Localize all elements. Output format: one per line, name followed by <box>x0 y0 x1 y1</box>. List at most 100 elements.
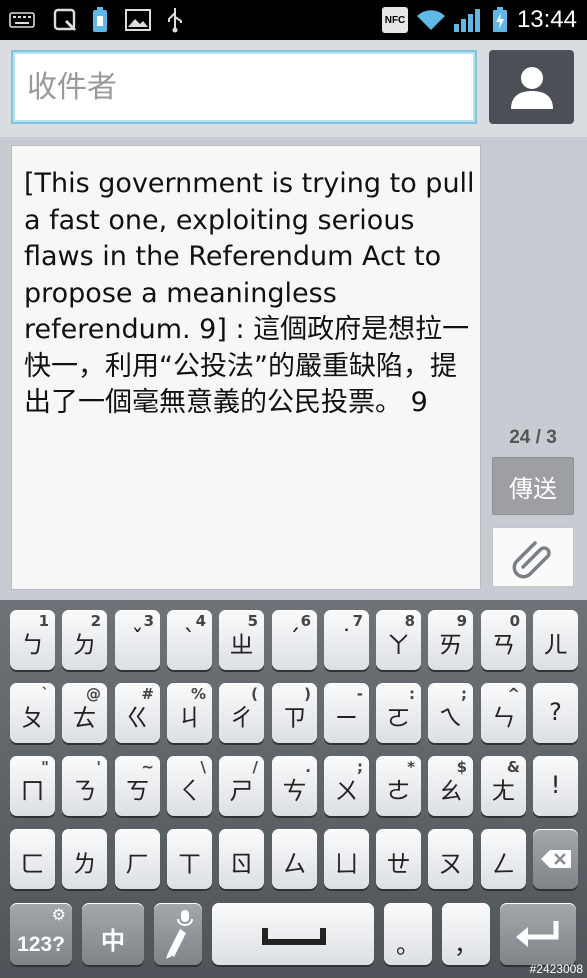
key-8-row-1[interactable]: ㄚ8 <box>376 610 421 670</box>
key-1-row-4[interactable]: ㄈ <box>10 829 55 889</box>
key-11-row-1[interactable]: ㄦ <box>533 610 578 670</box>
send-button[interactable]: 傳送 <box>492 457 574 515</box>
key-8-row-3[interactable]: ㄜ * <box>376 756 421 816</box>
key-7-row-3[interactable]: ㄨ; <box>324 756 369 816</box>
key-2-row-1[interactable]: ㄉ2 <box>62 610 107 670</box>
key-label: ㄡ <box>438 850 463 878</box>
contacts-button[interactable] <box>489 50 574 124</box>
recipient-bar <box>0 40 587 137</box>
key-11-row-2[interactable]: ? <box>533 683 578 743</box>
key-8-row-2[interactable]: ㄛ: <box>376 683 421 743</box>
key-sublabel: ) <box>304 685 311 703</box>
key-sublabel: 8 <box>404 612 415 630</box>
key-1-row-3[interactable]: ㄇ " <box>10 756 55 816</box>
space-icon <box>262 928 326 945</box>
key-10-row-2[interactable]: ㄣ ^ <box>481 683 526 743</box>
key-4-row-4[interactable]: ㄒ <box>167 829 212 889</box>
key-9-row-2[interactable]: ㄟ; <box>428 683 473 743</box>
key-4-row-1[interactable]: ˋ4 <box>167 610 212 670</box>
key-5-row-1[interactable]: ㄓ5 <box>219 610 264 670</box>
keyboard-icon <box>8 8 36 32</box>
key-label: ㄍ <box>125 704 150 732</box>
key-sublabel: ; <box>357 758 363 776</box>
symbols-key[interactable]: ⚙ 123? <box>10 903 72 965</box>
key-label: ㄏ <box>125 850 150 878</box>
wifi-icon <box>416 8 446 32</box>
compose-area: [This government is trying to pull a fas… <box>0 137 587 600</box>
key-11-row-3[interactable]: ! <box>533 756 578 816</box>
key-2-row-4[interactable]: ㄌ <box>62 829 107 889</box>
key-label: ㄔ <box>229 704 254 732</box>
key-10-row-4[interactable]: ㄥ <box>481 829 526 889</box>
key-9-row-1[interactable]: ㄞ9 <box>428 610 473 670</box>
key-label: ㄛ <box>386 704 411 732</box>
key-3-row-1[interactable]: ˇ3 <box>115 610 160 670</box>
key-sublabel: # <box>141 685 154 703</box>
key-8-row-4[interactable]: ㄝ <box>376 829 421 889</box>
key-sublabel: & <box>506 758 520 776</box>
image-icon <box>124 8 152 32</box>
key-3-row-2[interactable]: ㄍ # <box>115 683 160 743</box>
nfc-icon: NFC <box>382 7 408 33</box>
key-6-row-4[interactable]: ㄙ <box>272 829 317 889</box>
key-label: ㄙ <box>282 850 307 878</box>
key-4-row-2[interactable]: ㄐ% <box>167 683 212 743</box>
clock: 13:44 <box>516 6 577 33</box>
key-label: ㄧ <box>334 704 359 732</box>
key-9-row-3[interactable]: ㄠ $ <box>428 756 473 816</box>
key-sublabel: " <box>41 758 49 776</box>
key-label: ㄨ <box>334 777 359 805</box>
enter-key[interactable] <box>500 903 576 965</box>
key-label: ㄊ <box>72 704 97 732</box>
key-label: ㄩ <box>334 850 359 878</box>
key-sublabel: ( <box>251 685 258 703</box>
period-key[interactable]: 。 <box>384 903 432 965</box>
language-key[interactable]: 中 <box>82 903 144 965</box>
space-key[interactable] <box>212 903 374 965</box>
paperclip-icon <box>512 541 551 579</box>
comma-key[interactable]: ， <box>442 903 490 965</box>
key-label: ㄥ <box>491 850 516 878</box>
key-2-row-3[interactable]: ㄋ ' <box>62 756 107 816</box>
key-4-row-3[interactable]: ㄑ \ <box>167 756 212 816</box>
key-10-row-3[interactable]: ㄤ & <box>481 756 526 816</box>
key-10-row-1[interactable]: ㄢ0 <box>481 610 526 670</box>
key-9-row-4[interactable]: ㄡ <box>428 829 473 889</box>
key-5-row-4[interactable]: ㄖ <box>219 829 264 889</box>
key-label: ㄦ <box>543 631 568 659</box>
battery-saver-icon <box>90 7 110 32</box>
key-label: ㄜ <box>386 777 411 805</box>
key-label: ㄎ <box>125 777 150 805</box>
key-1-row-1[interactable]: ㄅ1 <box>10 610 55 670</box>
key-7-row-2[interactable]: ㄧ- <box>324 683 369 743</box>
message-field[interactable]: [This government is trying to pull a fas… <box>11 145 481 590</box>
key-3-row-3[interactable]: ㄎ ~ <box>115 756 160 816</box>
handwriting-key[interactable] <box>154 903 202 965</box>
backspace-key[interactable] <box>533 829 578 889</box>
key-label: ㄚ <box>386 631 411 659</box>
recipient-input[interactable] <box>13 52 475 122</box>
key-label: ㄣ <box>491 704 516 732</box>
attach-button[interactable] <box>492 527 574 587</box>
key-label: ㄟ <box>438 704 463 732</box>
character-counter: 24 / 3 <box>509 427 557 448</box>
key-sublabel: * <box>407 758 415 776</box>
key-7-row-4[interactable]: ㄩ <box>324 829 369 889</box>
key-1-row-2[interactable]: ㄆ ` <box>10 683 55 743</box>
key-label: ㄤ <box>491 777 516 805</box>
key-label: ㄌ <box>72 850 97 878</box>
key-6-row-2[interactable]: ㄗ) <box>272 683 317 743</box>
key-5-row-2[interactable]: ㄔ( <box>219 683 264 743</box>
key-label: ㄈ <box>20 850 45 878</box>
key-sublabel: 3 <box>143 612 154 630</box>
message-text[interactable]: [This government is trying to pull a fas… <box>24 166 476 422</box>
key-3-row-4[interactable]: ㄏ <box>115 829 160 889</box>
key-6-row-1[interactable]: ˊ6 <box>272 610 317 670</box>
key-7-row-1[interactable]: ˙ 7 <box>324 610 369 670</box>
key-label: ㄋ <box>72 777 97 805</box>
key-2-row-2[interactable]: ㄊ @ <box>62 683 107 743</box>
key-label: ㄇ <box>20 777 45 805</box>
key-6-row-3[interactable]: ㄘ. <box>272 756 317 816</box>
key-5-row-3[interactable]: ㄕ / <box>219 756 264 816</box>
recipient-field[interactable] <box>11 50 477 124</box>
